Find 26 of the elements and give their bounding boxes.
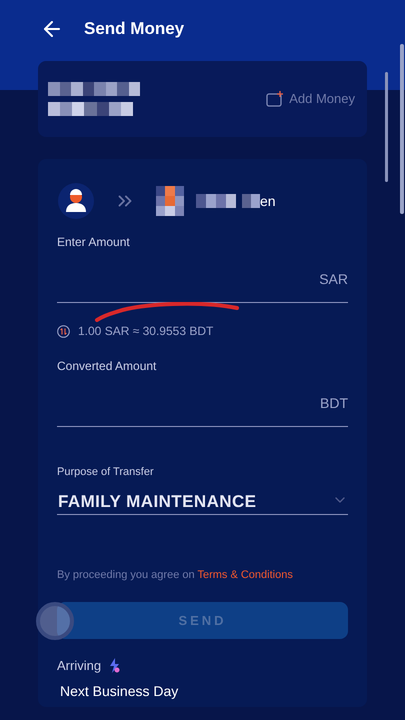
wallet-plus-icon <box>266 90 284 108</box>
touch-indicator <box>36 602 74 640</box>
currency-label: SAR <box>319 270 348 289</box>
arrival-time: Next Business Day <box>60 682 180 701</box>
recipient-avatar-icon <box>156 186 184 216</box>
avatar-icon <box>58 183 94 219</box>
page-title: Send Money <box>84 18 184 40</box>
exchange-rate: 1.00 SAR ≈ 30.9553 BDT <box>78 323 214 340</box>
amount-field[interactable]: SAR <box>57 265 348 303</box>
converted-label: Converted Amount <box>57 358 158 375</box>
scroll-indicator-icon <box>385 72 388 182</box>
purpose-label: Purpose of Transfer <box>57 465 155 480</box>
currency-label: BDT <box>320 394 348 413</box>
exchange-icon <box>57 324 70 338</box>
add-money-button[interactable]: Add Money <box>266 89 355 109</box>
terms-text: By proceeding you agree on Terms & Conditions <box>57 568 294 582</box>
arriving-label: Arriving <box>57 657 102 675</box>
amount-label: Enter Amount <box>57 234 131 251</box>
pixelated-text <box>196 194 236 208</box>
terms-link[interactable]: Terms & Conditions <box>197 568 293 580</box>
recipient-name: en <box>260 192 276 210</box>
purpose-dropdown[interactable]: FAMILY MAINTENANCE <box>57 488 348 514</box>
pixelated-text <box>242 194 260 208</box>
scroll-track-icon <box>400 44 404 214</box>
lightning-icon <box>109 658 120 674</box>
converted-field[interactable]: BDT <box>57 383 348 427</box>
